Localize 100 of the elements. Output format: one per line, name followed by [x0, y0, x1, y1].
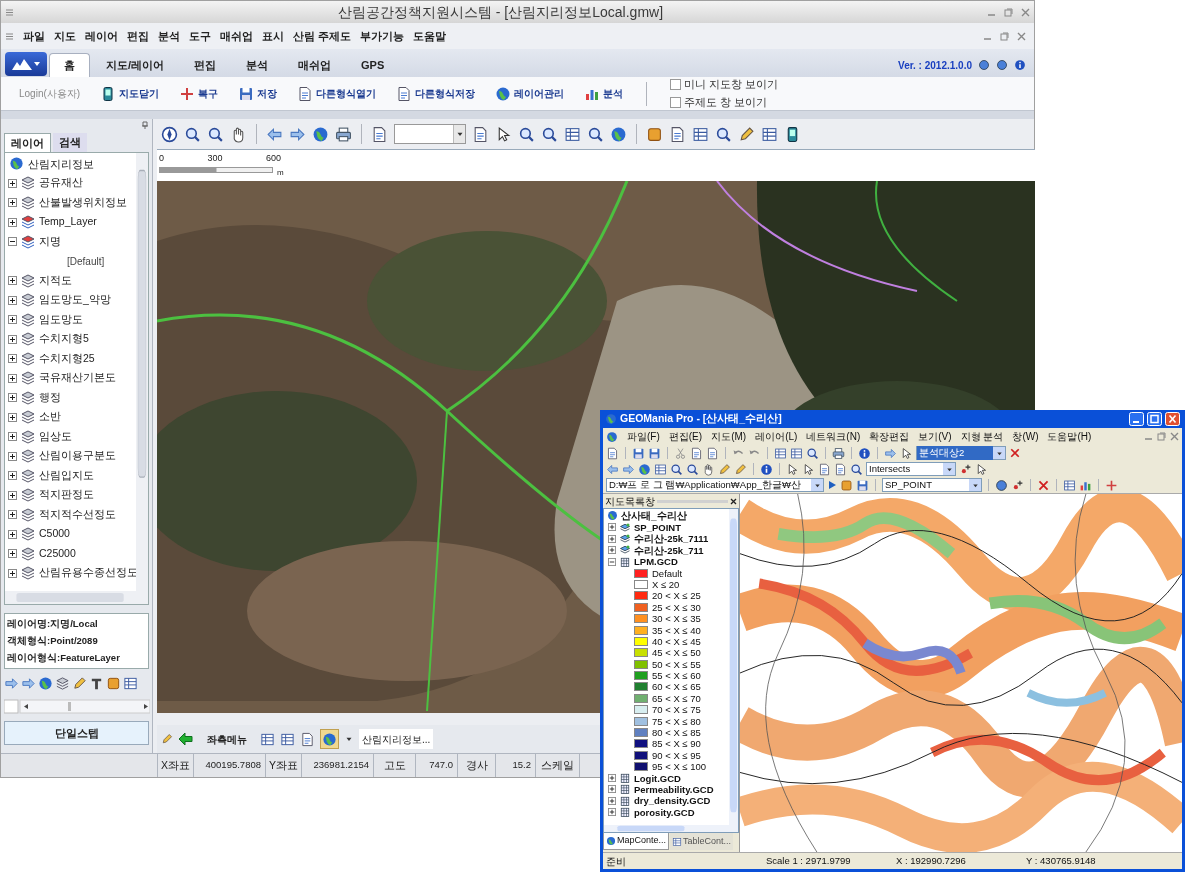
menu-item[interactable]: 매쉬업 — [220, 27, 253, 45]
ribbon-button[interactable]: 레이어관리 — [495, 85, 565, 102]
menu-item[interactable]: 레이어 — [85, 27, 118, 45]
tree-item[interactable]: Permeability.GCD — [634, 783, 714, 795]
table-icon[interactable] — [123, 675, 138, 691]
table-icon[interactable] — [692, 125, 709, 143]
tree-item[interactable]: 임도망도_약망 — [39, 292, 111, 309]
cross-tool-icon[interactable] — [1105, 478, 1118, 492]
expand-toggle-icon[interactable] — [8, 198, 17, 208]
tree-item[interactable]: 적지적수선정도 — [39, 506, 116, 523]
magnifier-icon[interactable] — [587, 125, 604, 143]
tree-item[interactable]: 지명 — [39, 233, 61, 250]
expand-toggle-icon[interactable] — [608, 774, 616, 783]
tree-item[interactable]: porosity.GCD — [634, 806, 695, 818]
compass-icon[interactable] — [161, 125, 178, 143]
expand-toggle-icon[interactable] — [8, 549, 17, 559]
ribbon-tab[interactable]: 편집 — [180, 53, 231, 77]
scale-combo[interactable] — [394, 124, 466, 144]
right-arrow-icon[interactable] — [21, 675, 36, 691]
menu-item[interactable]: 파일 — [23, 27, 45, 45]
tree-item[interactable]: 산림지리정보 — [28, 155, 94, 172]
arrow-icon[interactable] — [178, 731, 194, 747]
table-icon[interactable] — [761, 125, 778, 143]
app-menu-button[interactable] — [5, 52, 47, 76]
document-icon[interactable] — [472, 125, 489, 143]
tree-item[interactable]: Logit.GCD — [634, 772, 681, 784]
expand-toggle-icon[interactable] — [608, 785, 616, 794]
table-icon[interactable] — [564, 125, 581, 143]
expand-toggle-icon[interactable] — [8, 334, 17, 344]
pencil-icon[interactable] — [161, 733, 173, 745]
menu-item[interactable]: 산림 주제도 — [293, 27, 352, 45]
expand-toggle-icon[interactable] — [8, 451, 17, 461]
magnifier-icon[interactable] — [518, 125, 535, 143]
printer-icon[interactable] — [335, 125, 352, 143]
scrollbar[interactable] — [4, 697, 150, 715]
expand-toggle-icon[interactable] — [8, 276, 17, 286]
menu-item[interactable]: 분석 — [158, 27, 180, 45]
ribbon-tab[interactable]: 지도/레이어 — [92, 53, 179, 77]
login-link[interactable]: Login(사용자) — [19, 86, 81, 101]
box-icon[interactable] — [106, 675, 121, 691]
expand-toggle-icon[interactable] — [8, 432, 17, 442]
tree-item[interactable]: 적지판정도 — [39, 487, 94, 504]
tree-item[interactable]: Temp_Layer — [39, 214, 97, 231]
expand-toggle-icon[interactable] — [8, 178, 17, 188]
layer-menu-button[interactable] — [320, 729, 339, 749]
globe-icon[interactable] — [38, 675, 53, 691]
collapse-toggle-icon[interactable] — [8, 237, 17, 247]
ribbon-tab[interactable]: 분석 — [232, 53, 283, 77]
tree-item[interactable]: 산림입지도 — [39, 467, 94, 484]
expand-toggle-icon[interactable] — [8, 373, 17, 383]
magnifier-icon[interactable] — [184, 125, 201, 143]
scrollbar[interactable] — [136, 153, 148, 591]
expand-toggle-icon[interactable] — [8, 568, 17, 578]
tree-item[interactable]: 임상도 — [39, 428, 72, 445]
document-icon[interactable] — [669, 125, 686, 143]
ribbon-tab[interactable]: GPS — [347, 53, 399, 77]
expand-toggle-icon[interactable] — [8, 217, 17, 227]
table-icon[interactable] — [260, 731, 275, 747]
pin-icon[interactable] — [141, 121, 149, 129]
menu-item[interactable]: 지도 — [54, 27, 76, 45]
window-menu-icon[interactable] — [5, 7, 14, 17]
layer-combo[interactable]: 산림지리정보... — [359, 729, 434, 749]
tree-item[interactable]: 산불발생위치정보 — [39, 194, 127, 211]
ribbon-button[interactable]: 분석 — [584, 85, 624, 102]
expand-toggle-icon[interactable] — [8, 412, 17, 422]
ribbon-button[interactable]: 다른형식열기 — [297, 85, 377, 102]
window-menu-icon[interactable] — [5, 31, 14, 41]
expand-toggle-icon[interactable] — [8, 529, 17, 539]
ribbon-button[interactable]: 다른형식저장 — [396, 85, 476, 102]
expand-toggle-icon[interactable] — [8, 354, 17, 364]
checkbox[interactable] — [670, 79, 682, 91]
table-icon[interactable] — [1063, 478, 1076, 492]
ribbon-tab[interactable]: 매쉬업 — [284, 53, 346, 77]
tree-item[interactable]: C25000 — [39, 545, 76, 562]
ribbon-button[interactable]: 복구 — [179, 85, 219, 102]
expand-toggle-icon[interactable] — [8, 393, 17, 403]
expand-toggle-icon[interactable] — [8, 315, 17, 325]
right-arrow-icon[interactable] — [289, 125, 306, 143]
maximize-button[interactable] — [1147, 412, 1162, 426]
tree-item[interactable]: 국유재산기본도 — [39, 370, 116, 387]
menu-label[interactable]: 좌측메뉴 — [207, 731, 247, 747]
scrollbar[interactable] — [5, 591, 148, 604]
expand-toggle-icon[interactable] — [608, 796, 616, 805]
panel-button[interactable]: 단일스텝 — [4, 721, 149, 745]
panel-tab[interactable]: MapConte... — [603, 833, 670, 850]
expand-toggle-icon[interactable] — [8, 471, 17, 481]
table-icon[interactable] — [280, 731, 295, 747]
tree-item[interactable]: 소반 — [39, 409, 61, 426]
circle-icon[interactable] — [978, 59, 990, 71]
info-icon[interactable] — [1014, 59, 1026, 71]
tree-item[interactable]: 공유재산 — [39, 175, 83, 192]
tree-item[interactable]: 수치지형5 — [39, 331, 89, 348]
box-icon[interactable] — [646, 125, 663, 143]
expand-toggle-icon[interactable] — [8, 510, 17, 520]
pencil-icon[interactable] — [738, 125, 755, 143]
menu-item[interactable]: 도움말(H) — [1047, 429, 1092, 444]
tree-item[interactable]: 임도망도 — [39, 311, 83, 328]
menu-item[interactable]: 부가기능 — [360, 27, 405, 45]
expand-toggle-icon[interactable] — [8, 490, 17, 500]
expand-toggle-icon[interactable] — [608, 808, 616, 817]
